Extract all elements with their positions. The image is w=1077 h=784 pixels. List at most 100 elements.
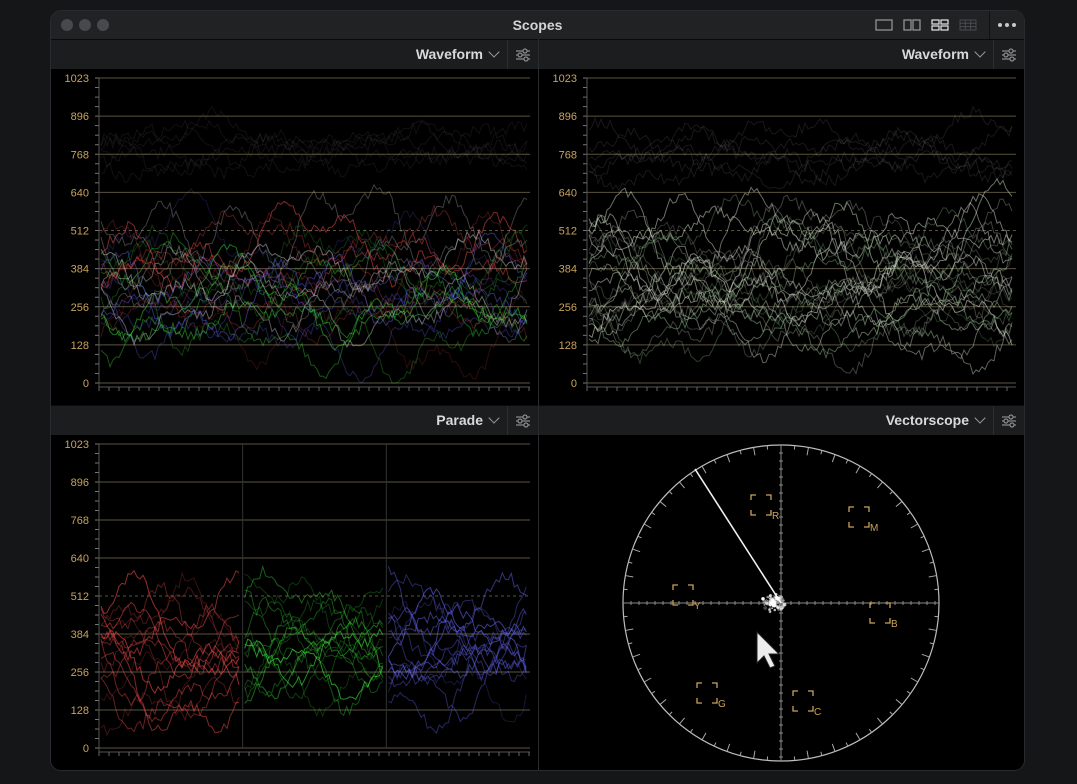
scale-label: 1023 [65,439,89,451]
trace-dot [782,599,785,602]
dual-layout-button[interactable] [901,16,923,34]
trace-dot [769,603,772,607]
graticule-tick [820,450,823,455]
target-box-B [869,602,891,624]
scale-label: 256 [71,302,89,314]
graticule-tick [920,535,925,539]
trace-dot [772,602,774,604]
graticule-tick [713,459,717,464]
scope-settings-button[interactable] [993,406,1024,435]
graticule-tick [643,677,652,683]
graticule-tick [806,750,809,759]
graticule-tick [637,667,642,671]
trace-dot [772,604,775,608]
target-label: M [870,523,878,534]
trace-dot [763,603,766,606]
scale-label: 768 [559,149,577,161]
scale-label: 640 [559,187,577,199]
trace-dot [771,607,774,610]
target-label: C [814,707,821,718]
graticule-tick [628,561,633,564]
target-label: R [772,511,779,522]
graticule-tick [868,728,873,733]
scale-label: 1023 [65,73,89,85]
target-label: B [891,619,898,630]
graticule-tick [831,454,836,463]
scope-traces [100,105,528,384]
scale-label: 0 [571,378,577,390]
single-layout-button[interactable] [873,16,895,34]
parade-trace [387,606,527,671]
target-box-Y [672,584,694,606]
target-box-M [848,506,870,528]
graticule-tick [625,628,634,631]
graticule-tick [928,628,937,631]
more-options-button[interactable] [996,17,1018,33]
trace-dot [773,608,777,612]
target-box-corners [672,584,694,606]
chevron-down-icon [974,46,986,58]
chevron-down-icon [488,46,500,58]
title-bar: Scopes [51,11,1024,40]
graticule-tick [628,642,633,645]
panel-header: Parade [51,406,538,435]
scope-settings-button[interactable] [993,40,1024,69]
minimize-window-button[interactable] [79,19,91,31]
vectorscope-trace [761,593,787,614]
graticule-tick [806,447,809,456]
graticule-tick [632,548,641,553]
waveform-trace [100,255,528,323]
scopes-window: Scopes Waveform 1023 896 768 640 512 384… [51,11,1024,770]
graticule-tick [701,732,707,741]
target-box-C [792,690,814,712]
graticule-tick [845,459,849,464]
scale-label: 128 [71,705,89,717]
scope-type-label: Parade [436,412,483,428]
graticule-tick [929,642,934,645]
scale-label: 512 [71,226,89,238]
graticule-tick [659,501,667,507]
scope-settings-button[interactable] [507,406,538,435]
sliders-icon [516,47,530,62]
parade-trace [100,608,240,702]
target-label: Y [694,601,701,612]
waveform-trace [100,200,528,292]
graticule-tick [726,743,731,752]
graticule-tick [831,743,836,752]
sliders-icon [1002,47,1016,62]
scale-label: 896 [559,111,577,123]
scope-type-dropdown[interactable]: Parade [436,412,500,428]
scope-panel-bottom-left: Parade 1023 896 768 640 512 384 256 128 0 [51,406,538,770]
grid-layout-button[interactable] [957,16,979,34]
graticule-tick [921,653,930,658]
scale-label: 256 [559,302,577,314]
trace-dot [767,596,770,599]
close-window-button[interactable] [61,19,73,31]
parade-trace [388,642,527,735]
trace-dot [766,599,769,602]
scope-type-dropdown[interactable]: Waveform [416,46,500,62]
graticule-tick [820,751,823,756]
scale-label: 128 [71,340,89,352]
panel-divider [538,39,539,770]
graticule-tick [921,548,930,553]
zoom-window-button[interactable] [97,19,109,31]
scale-label: 512 [559,226,577,238]
graticule-tick [910,677,919,683]
scale-label: 128 [559,340,577,352]
graticule-tick [889,490,894,495]
toolbar-separator [989,11,990,39]
graticule-tick [643,523,652,529]
scope-settings-button[interactable] [507,40,538,69]
graticule-tick [753,750,756,759]
chevron-down-icon [488,412,500,424]
scale-label: 640 [71,187,89,199]
graticule-tick [668,711,673,716]
trace-dot [768,610,772,614]
graticule-tick [668,490,673,495]
quad-layout-button[interactable] [929,16,951,34]
graticule-tick [679,717,685,725]
scope-type-dropdown[interactable]: Waveform [902,46,986,62]
graticule-tick [689,473,694,478]
scope-type-dropdown[interactable]: Vectorscope [886,412,986,428]
